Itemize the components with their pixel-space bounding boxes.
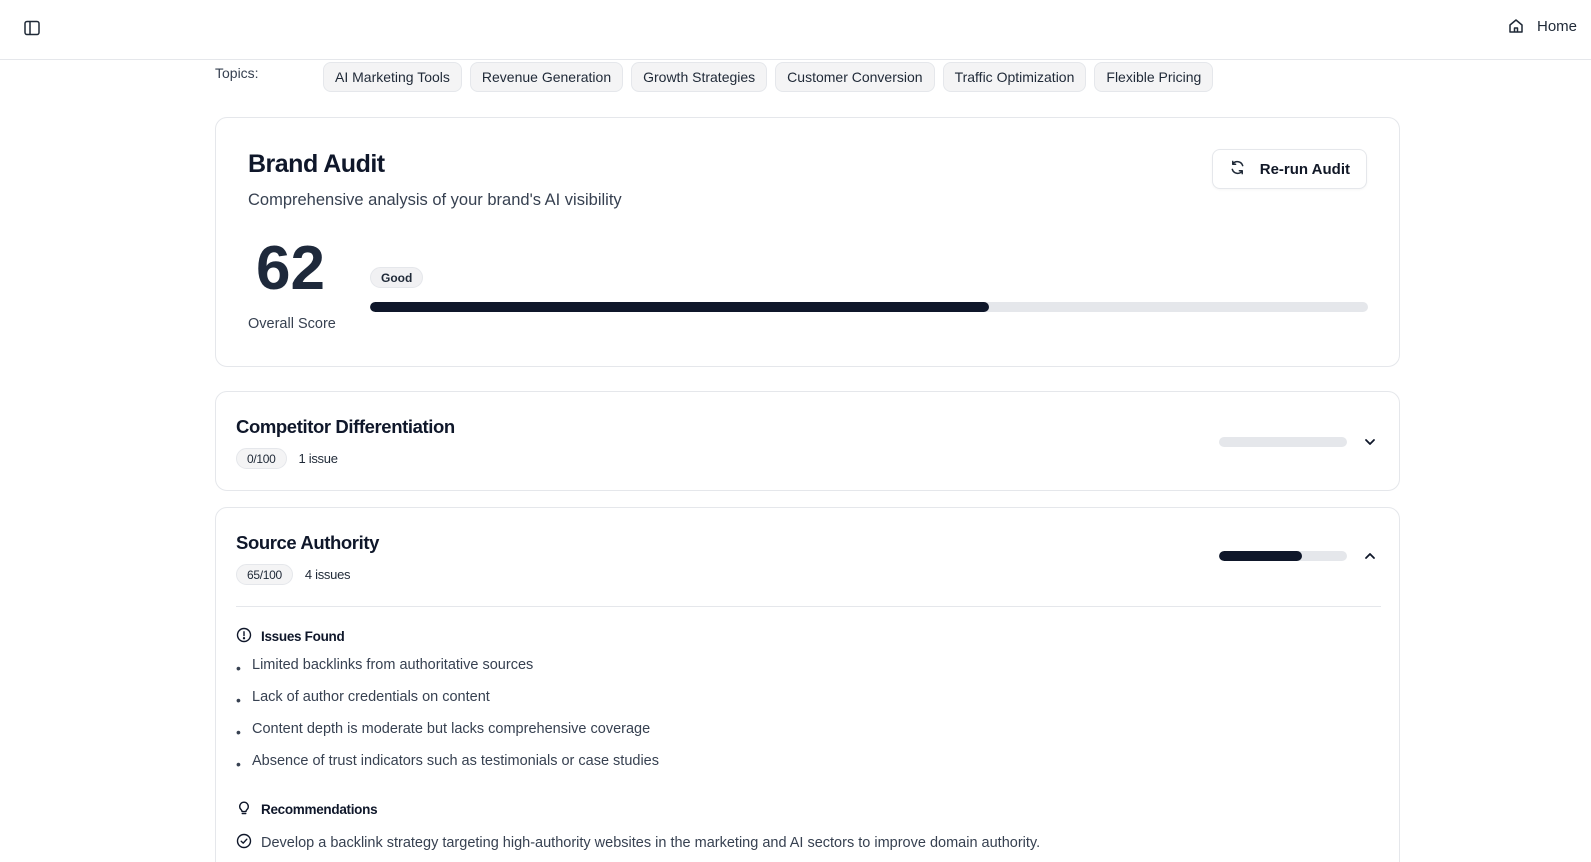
section-score-progress <box>1219 551 1347 561</box>
chevron-down-icon[interactable] <box>1363 435 1377 449</box>
topic-chip[interactable]: Traffic Optimization <box>942 62 1087 92</box>
issues-found-heading: Issues Found <box>236 627 345 646</box>
issue-text: Content depth is moderate but lacks comp… <box>252 721 651 737</box>
topic-chips: AI Marketing Tools Revenue Generation Gr… <box>323 62 1214 92</box>
home-label: Home <box>1536 17 1577 35</box>
page-title: Brand Audit <box>248 150 385 178</box>
section-title: Source Authority <box>236 532 379 553</box>
topics-row: Topics: AI Marketing Tools Revenue Gener… <box>215 62 1214 92</box>
section-score-badge: 65/100 <box>236 564 293 585</box>
section-title: Competitor Differentiation <box>236 416 455 437</box>
page-subtitle: Comprehensive analysis of your brand's A… <box>248 191 622 209</box>
brand-audit-card: Brand Audit Comprehensive analysis of yo… <box>215 117 1400 367</box>
recommendations-label: Recommendations <box>261 802 378 817</box>
check-circle-icon <box>236 833 252 853</box>
home-icon <box>1507 17 1525 35</box>
recommendations-heading: Recommendations <box>236 800 378 819</box>
home-link[interactable]: Home <box>1507 17 1577 35</box>
list-item: • Content depth is moderate but lacks com… <box>236 721 659 753</box>
sidebar-panel-icon[interactable] <box>22 18 42 38</box>
section-divider <box>236 606 1381 607</box>
list-item: • Absence of trust indicators such as tes… <box>236 753 659 785</box>
bullet-icon: • <box>236 660 241 676</box>
topics-label: Topics: <box>215 65 259 81</box>
overall-score-progress <box>370 302 1368 312</box>
issues-found-label: Issues Found <box>261 629 345 644</box>
rerun-audit-label: Re-run Audit <box>1259 160 1350 178</box>
alert-circle-icon <box>236 627 252 646</box>
rerun-audit-button[interactable]: Re-run Audit <box>1211 149 1367 189</box>
overall-score-value: 62 <box>256 234 325 303</box>
section-issue-count: 1 issue <box>298 451 338 466</box>
recommendation-item: Develop a backlink strategy targeting hi… <box>236 833 1040 853</box>
overall-score-progress-fill <box>370 302 989 312</box>
topic-chip[interactable]: AI Marketing Tools <box>323 62 462 92</box>
list-item: • Limited backlinks from authoritative so… <box>236 657 659 689</box>
bullet-icon: • <box>236 692 241 708</box>
issue-text: Limited backlinks from authoritative sou… <box>252 657 534 673</box>
bullet-icon: • <box>236 724 241 740</box>
issues-list: • Limited backlinks from authoritative so… <box>236 657 659 785</box>
topic-chip[interactable]: Customer Conversion <box>775 62 935 92</box>
bullet-icon: • <box>236 756 241 772</box>
topic-chip[interactable]: Growth Strategies <box>631 62 768 92</box>
recommendation-text: Develop a backlink strategy targeting hi… <box>261 835 1041 851</box>
rating-badge: Good <box>370 267 424 288</box>
overall-score-label: Overall Score <box>248 316 336 332</box>
issue-text: Lack of author credentials on content <box>252 689 490 705</box>
section-card-source-authority: Source Authority 65/100 4 issues Issues … <box>215 507 1400 862</box>
section-score-badge: 0/100 <box>236 448 287 469</box>
section-score-progress <box>1219 437 1347 447</box>
lightbulb-icon <box>236 800 252 819</box>
top-bar: Home <box>0 0 1591 60</box>
list-item: • Lack of author credentials on content <box>236 689 659 721</box>
topic-chip[interactable]: Revenue Generation <box>469 62 624 92</box>
chevron-up-icon[interactable] <box>1363 549 1377 563</box>
section-meta: 0/100 1 issue <box>236 448 338 469</box>
section-issue-count: 4 issues <box>304 567 351 582</box>
topic-chip[interactable]: Flexible Pricing <box>1094 62 1214 92</box>
section-card-competitor-differentiation[interactable]: Competitor Differentiation 0/100 1 issue <box>215 391 1400 491</box>
issue-text: Absence of trust indicators such as test… <box>252 753 659 769</box>
refresh-icon <box>1229 159 1246 180</box>
section-meta: 65/100 4 issues <box>236 564 351 585</box>
section-score-progress-fill <box>1219 551 1303 561</box>
